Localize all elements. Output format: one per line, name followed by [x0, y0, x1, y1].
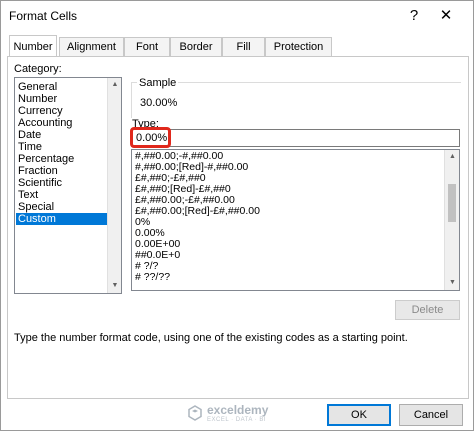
category-item-custom[interactable]: Custom: [16, 213, 107, 225]
category-list[interactable]: General Number Currency Accounting Date …: [14, 77, 122, 294]
help-button[interactable]: ?: [403, 5, 425, 27]
tab-protection[interactable]: Protection: [265, 37, 332, 56]
category-item-time[interactable]: Time: [16, 141, 107, 153]
tab-border[interactable]: Border: [170, 37, 222, 56]
delete-button[interactable]: Delete: [395, 300, 460, 320]
watermark-tagline: EXCEL · DATA · BI: [207, 417, 267, 423]
tab-alignment[interactable]: Alignment: [59, 37, 124, 56]
category-item-fraction[interactable]: Fraction: [16, 165, 107, 177]
category-scrollbar[interactable]: ▲ ▼: [107, 78, 121, 293]
title-bar: Format Cells ? ✕: [1, 1, 473, 31]
ok-button[interactable]: OK: [327, 404, 391, 426]
category-item-special[interactable]: Special: [16, 201, 107, 213]
cancel-button[interactable]: Cancel: [399, 404, 463, 426]
category-item-text[interactable]: Text: [16, 189, 107, 201]
close-button[interactable]: ✕: [433, 5, 459, 27]
scroll-up-icon[interactable]: ▲: [108, 78, 122, 92]
sample-group: [131, 82, 461, 118]
sample-value: 30.00%: [140, 97, 178, 109]
tab-font[interactable]: Font: [124, 37, 170, 56]
category-item-percentage[interactable]: Percentage: [16, 153, 107, 165]
exceldemy-watermark: exceldemy EXCEL · DATA · BI: [187, 402, 287, 426]
format-code-list[interactable]: #,##0.00;-#,##0.00 #,##0.00;[Red]-#,##0.…: [131, 149, 460, 291]
category-item-scientific[interactable]: Scientific: [16, 177, 107, 189]
watermark-name: exceldemy: [207, 403, 269, 417]
format-code-item[interactable]: £#,##0.00;[Red]-£#,##0.00: [135, 206, 260, 217]
category-item-general[interactable]: General: [16, 81, 107, 93]
type-input[interactable]: [131, 129, 460, 147]
scroll-down-icon[interactable]: ▼: [445, 276, 459, 290]
tab-number[interactable]: Number: [9, 35, 57, 56]
type-input-highlight: [130, 127, 171, 148]
sample-label: Sample: [137, 77, 179, 89]
exceldemy-logo-icon: [188, 405, 202, 421]
scroll-up-icon[interactable]: ▲: [445, 150, 459, 164]
tab-fill[interactable]: Fill: [222, 37, 265, 56]
format-cells-dialog: Format Cells ? ✕ Number Alignment Font B…: [0, 0, 474, 431]
format-list-scrollbar[interactable]: ▲ ▼: [444, 150, 459, 290]
hint-text: Type the number format code, using one o…: [14, 332, 408, 344]
format-code-item[interactable]: # ??/??: [135, 272, 170, 283]
category-label: Category:: [14, 63, 62, 75]
category-item-number[interactable]: Number: [16, 93, 107, 105]
category-item-currency[interactable]: Currency: [16, 105, 107, 117]
dialog-title: Format Cells: [9, 9, 78, 23]
category-item-accounting[interactable]: Accounting: [16, 117, 107, 129]
scroll-down-icon[interactable]: ▼: [108, 279, 122, 293]
category-item-date[interactable]: Date: [16, 129, 107, 141]
scroll-thumb[interactable]: [448, 184, 456, 222]
